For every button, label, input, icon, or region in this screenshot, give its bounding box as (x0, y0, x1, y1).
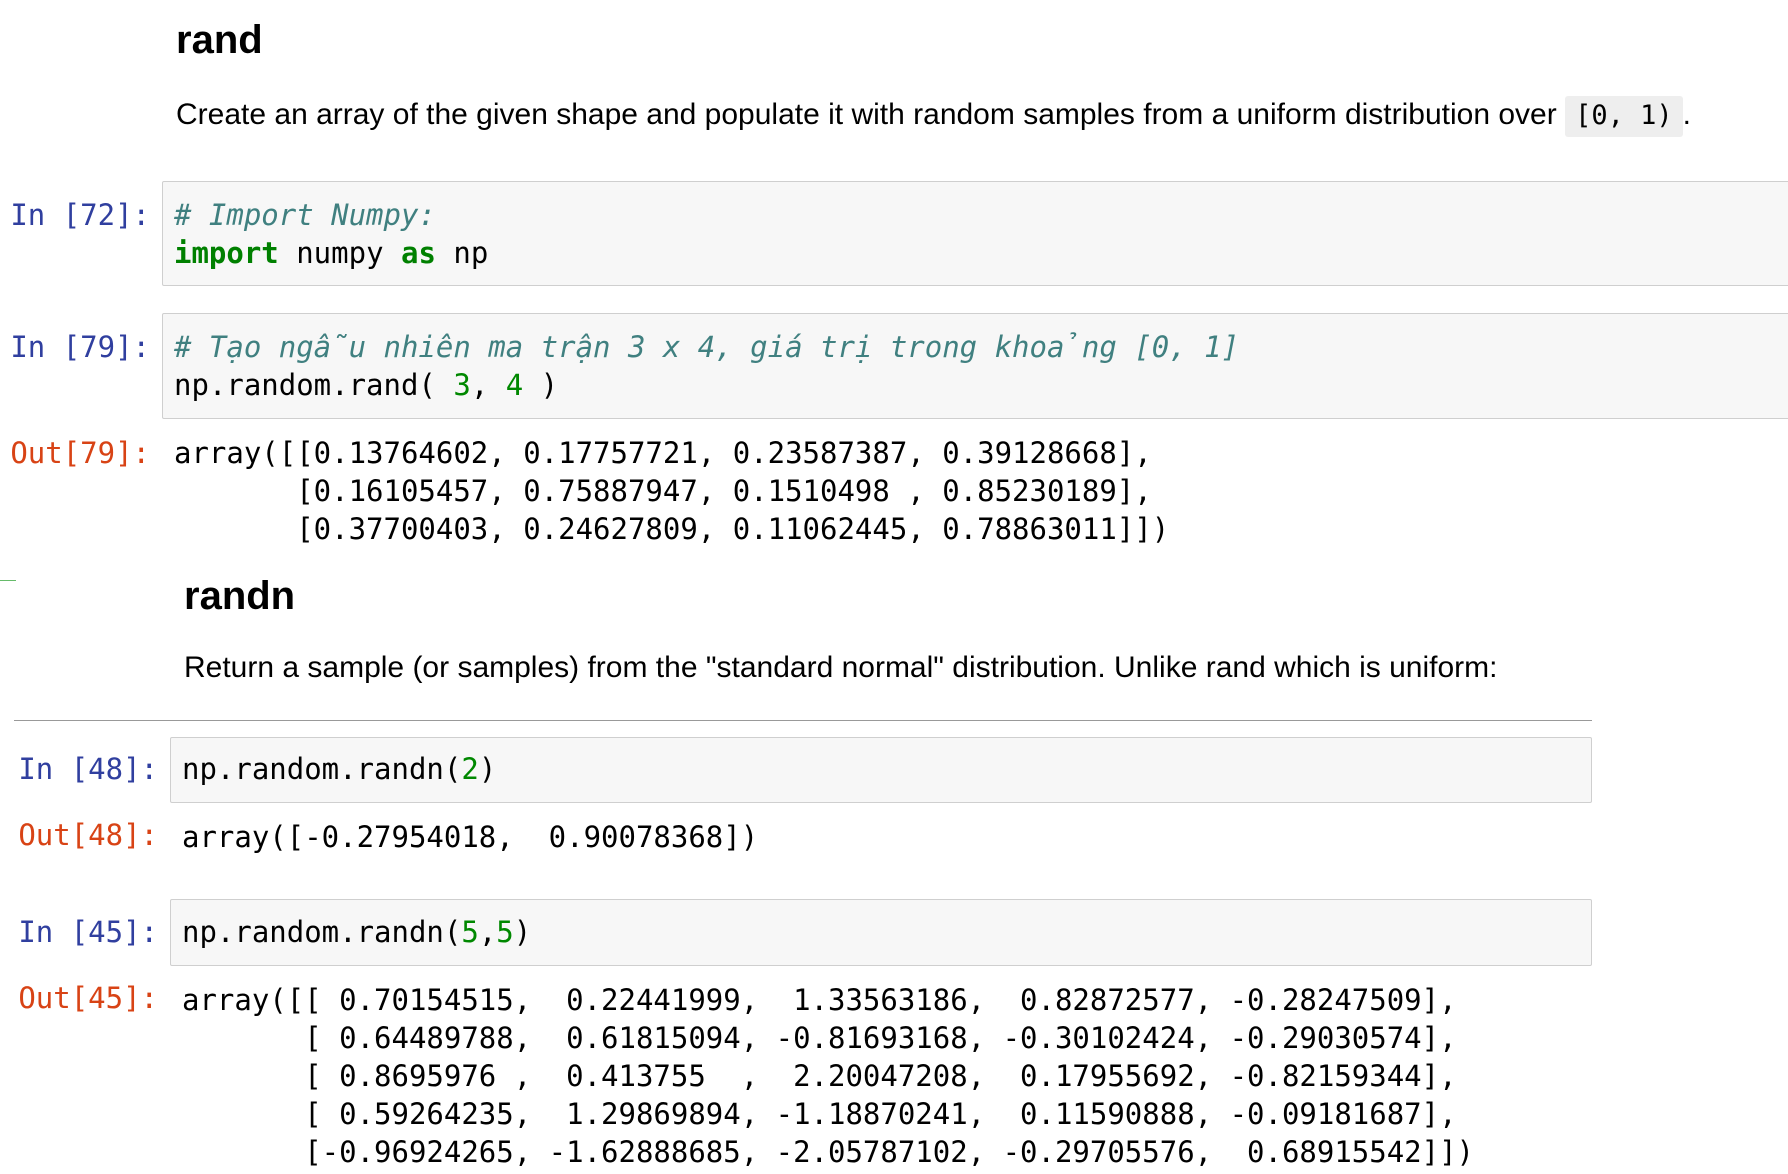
input-prompt-79: In [79]: (10, 330, 150, 364)
output-line: array([-0.27954018, 0.90078368]) (182, 820, 759, 854)
alias-name: np (435, 236, 489, 270)
function-call: np.random.randn( (182, 752, 462, 786)
close-paren: ) (523, 368, 559, 402)
output-prompt-48: Out[48]: (18, 818, 158, 852)
comment-token: # Import Numpy: (174, 198, 436, 232)
section-description-rand: Create an array of the given shape and p… (176, 96, 1691, 137)
close-paren: ) (513, 915, 532, 949)
output-prompt-45: Out[45]: (18, 981, 158, 1015)
output-line: [ 0.8695976 , 0.413755 , 2.20047208, 0.1… (182, 1059, 1457, 1093)
section-heading-randn: randn (184, 574, 296, 618)
cell-selection-marker (0, 580, 16, 581)
arg-separator: , (478, 915, 497, 949)
output-line: [0.37700403, 0.24627809, 0.11062445, 0.7… (174, 512, 1170, 546)
output-line: [ 0.59264235, 1.29869894, -1.18870241, 0… (182, 1097, 1457, 1131)
input-prompt-45: In [45]: (18, 915, 158, 949)
comment-token: # Tạo ngẫu nhiên ma trận 3 x 4, giá trị … (174, 330, 1240, 364)
code-line-comment: # Tạo ngẫu nhiên ma trận 3 x 4, giá trị … (174, 328, 1239, 366)
number-arg: 2 (461, 752, 479, 786)
number-arg-1: 5 (461, 915, 479, 949)
output-line: [0.16105457, 0.75887947, 0.1510498 , 0.8… (174, 474, 1152, 508)
output-line: [-0.96924265, -1.62888685, -2.05787102, … (182, 1135, 1475, 1169)
function-call: np.random.randn( (182, 915, 462, 949)
close-paren: ) (478, 752, 497, 786)
output-line: [ 0.64489788, 0.61815094, -0.81693168, -… (182, 1021, 1457, 1055)
keyword-import: import (174, 236, 279, 270)
section-heading-rand: rand (176, 18, 263, 62)
number-arg-2: 4 (505, 368, 524, 402)
output-line: array([[ 0.70154515, 0.22441999, 1.33563… (182, 983, 1457, 1017)
description-text: Create an array of the given shape and p… (176, 98, 1557, 131)
function-call: np.random.rand( (174, 368, 454, 402)
number-arg-1: 3 (453, 368, 471, 402)
input-prompt-72: In [72]: (10, 198, 150, 232)
keyword-as: as (400, 236, 436, 270)
code-line-import: import numpy as np (174, 234, 488, 272)
description-period: . (1682, 98, 1691, 131)
inline-code-range: [0, 1) (1565, 96, 1683, 137)
code-line-call: np.random.randn(2) (182, 750, 496, 788)
output-prompt-79: Out[79]: (10, 436, 150, 470)
horizontal-divider (14, 720, 1592, 721)
code-line-call: np.random.rand( 3, 4 ) (174, 366, 558, 404)
arg-separator: , (470, 368, 506, 402)
section-description-randn: Return a sample (or samples) from the "s… (184, 651, 1498, 684)
code-line-call: np.random.randn(5,5) (182, 913, 531, 951)
input-prompt-48: In [48]: (18, 752, 158, 786)
code-line-comment: # Import Numpy: (174, 196, 436, 234)
output-line: array([[0.13764602, 0.17757721, 0.235873… (174, 436, 1152, 470)
module-name: numpy (278, 236, 401, 270)
number-arg-2: 5 (496, 915, 514, 949)
